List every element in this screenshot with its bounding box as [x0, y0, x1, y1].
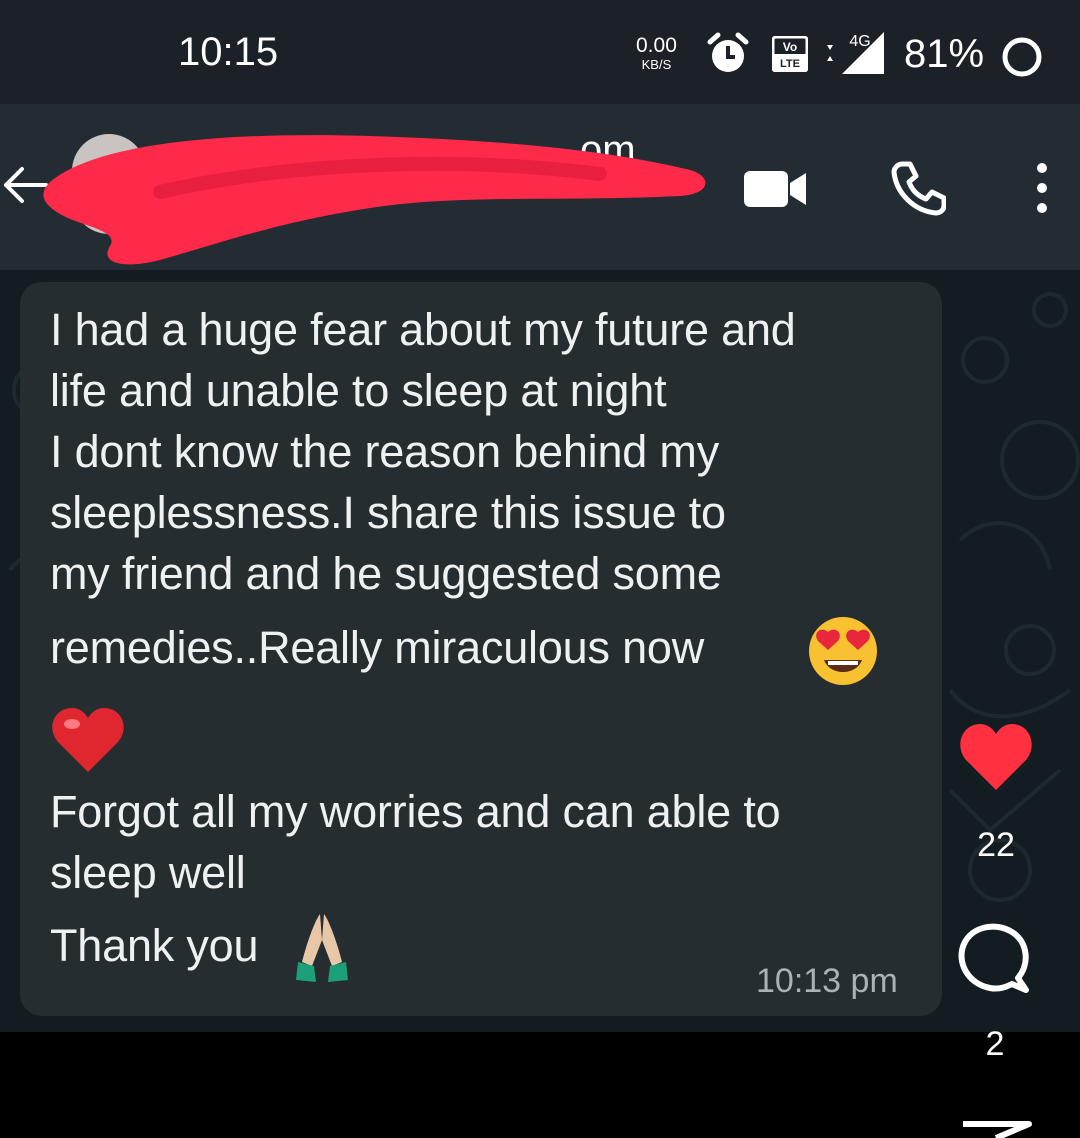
svg-text:Vo: Vo	[783, 40, 797, 54]
alarm-icon	[707, 32, 749, 72]
message-line: life and unable to sleep at night	[50, 365, 667, 416]
folded-hands-emoji	[296, 914, 348, 982]
message-line: my friend and he suggested some	[50, 548, 722, 599]
message-line: I dont know the reason behind my	[50, 426, 720, 477]
like-heart-icon[interactable]	[958, 722, 1034, 792]
network-speed: 0.00 KB/S	[636, 35, 677, 71]
message-line: sleeplessness.I share this issue to	[50, 487, 726, 538]
message-line: sleep well	[50, 847, 246, 898]
battery-icon	[1002, 37, 1042, 77]
svg-text:LTE: LTE	[780, 58, 800, 70]
like-count: 22	[977, 826, 1015, 864]
message-timestamp: 10:13 pm	[756, 962, 898, 1000]
network-speed-value: 0.00	[636, 34, 677, 57]
more-options-icon[interactable]	[1024, 158, 1060, 218]
redaction-scribble	[43, 135, 706, 265]
share-icon[interactable]	[960, 1118, 1032, 1138]
volte-icon: Vo LTE	[772, 36, 808, 72]
signal-icon: 4G	[827, 32, 884, 74]
status-time: 10:15	[178, 30, 279, 74]
comment-count: 2	[985, 1025, 1005, 1063]
video-call-icon[interactable]	[742, 165, 808, 213]
message-line: Forgot all my worries and can able to	[50, 786, 781, 837]
network-type-label: 4G	[849, 33, 870, 50]
message-line: I had a huge fear about my future and	[50, 304, 796, 355]
red-heart-emoji	[52, 708, 124, 772]
network-speed-unit: KB/S	[641, 57, 672, 72]
message-line: remedies..Really miraculous now	[50, 622, 705, 673]
heart-eyes-emoji	[809, 617, 877, 685]
comment-icon[interactable]	[956, 922, 1032, 996]
phone-call-icon[interactable]	[890, 160, 946, 216]
battery-percentage: 81%	[904, 32, 985, 76]
message-line: Thank you	[50, 920, 259, 971]
